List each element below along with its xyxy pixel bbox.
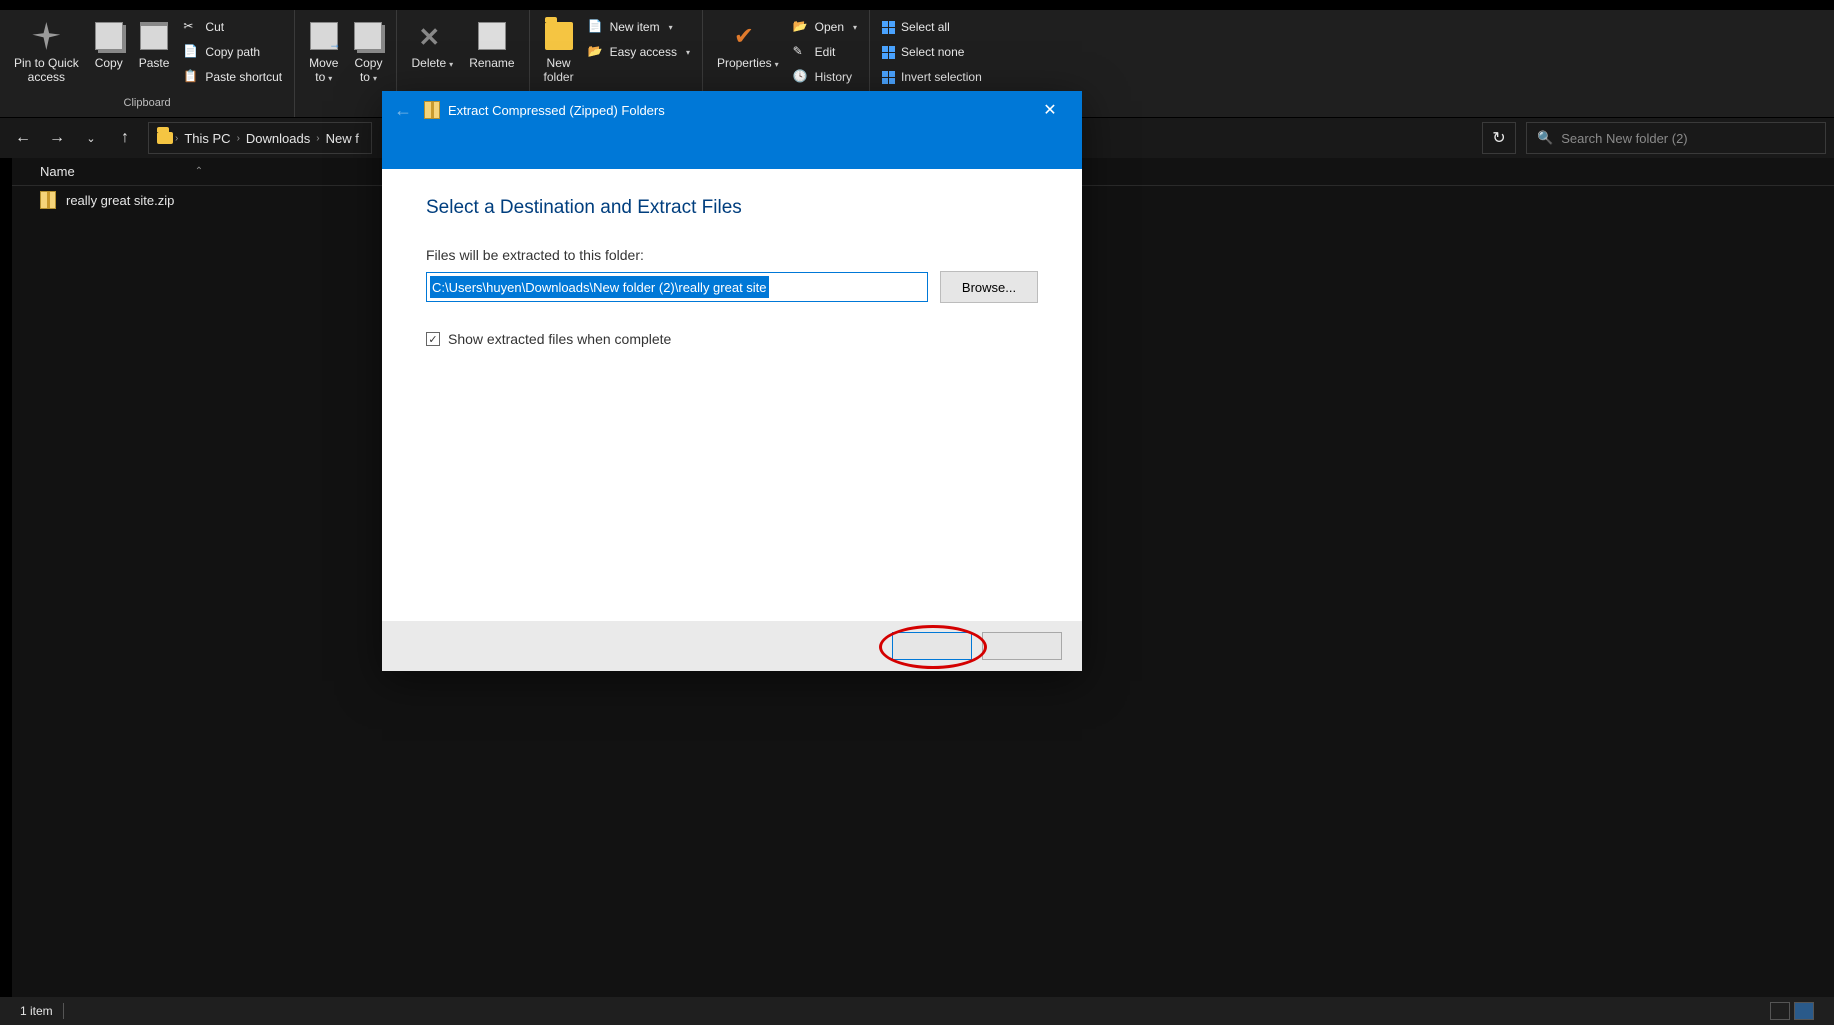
grid-icon	[882, 46, 895, 59]
folder-icon	[545, 22, 573, 50]
path-icon: 📄	[183, 44, 199, 60]
paste-shortcut-button[interactable]: 📋Paste shortcut	[183, 66, 282, 88]
zip-icon	[40, 191, 56, 209]
search-placeholder: Search New folder (2)	[1561, 131, 1687, 146]
status-bar: 1 item	[0, 997, 1834, 1025]
show-extracted-checkbox[interactable]: ✓ Show extracted files when complete	[426, 331, 1038, 347]
dialog-heading: Select a Destination and Extract Files	[426, 197, 1038, 219]
pin-icon	[32, 22, 60, 50]
cut-button[interactable]: ✂Cut	[183, 16, 282, 38]
rename-icon	[478, 22, 506, 50]
history-button[interactable]: 🕓History	[793, 66, 857, 88]
delete-icon: ✕	[418, 22, 446, 50]
item-count: 1 item	[20, 1004, 53, 1018]
copy-path-button[interactable]: 📄Copy path	[183, 41, 282, 63]
shortcut-icon: 📋	[183, 69, 199, 85]
dialog-close-button[interactable]: ✕	[1030, 100, 1070, 120]
open-icon: 📂	[793, 19, 809, 35]
breadcrumb[interactable]: › This PC › Downloads › New f	[148, 122, 372, 154]
pin-label: Pin to Quick access	[14, 56, 79, 85]
paste-button[interactable]: Paste	[131, 14, 178, 74]
folder-icon	[157, 132, 173, 144]
details-view-button[interactable]	[1770, 1002, 1790, 1020]
dialog-titlebar[interactable]: ← Extract Compressed (Zipped) Folders ✕	[382, 91, 1082, 129]
newitem-icon: 📄	[588, 19, 604, 35]
breadcrumb-downloads[interactable]: Downloads	[242, 131, 314, 146]
menu-tabs	[0, 0, 1834, 10]
destination-input[interactable]: C:\Users\huyen\Downloads\New folder (2)\…	[426, 272, 928, 302]
copyto-icon	[354, 22, 382, 50]
paste-label: Paste	[139, 56, 170, 70]
zip-icon	[424, 101, 440, 119]
breadcrumb-newfolder[interactable]: New f	[322, 131, 363, 146]
move-to-button[interactable]: Move to	[301, 14, 346, 89]
refresh-button[interactable]: ↻	[1482, 122, 1516, 154]
browse-button[interactable]: Browse...	[940, 271, 1038, 303]
select-all-button[interactable]: Select all	[882, 16, 982, 38]
paste-icon	[140, 22, 168, 50]
forward-button[interactable]: →	[42, 123, 72, 153]
edit-icon: ✎	[793, 44, 809, 60]
cancel-button[interactable]: Cancel	[982, 632, 1062, 660]
scissors-icon: ✂	[183, 19, 199, 35]
rename-button[interactable]: Rename	[461, 14, 522, 74]
invert-selection-button[interactable]: Invert selection	[882, 66, 982, 88]
copy-button[interactable]: Copy	[87, 14, 131, 74]
dialog-back-button[interactable]: ←	[394, 100, 412, 121]
destination-label: Files will be extracted to this folder:	[426, 247, 1038, 263]
back-button[interactable]: ←	[8, 123, 38, 153]
copy-label: Copy	[95, 56, 123, 70]
breadcrumb-pc[interactable]: This PC	[180, 131, 234, 146]
history-icon: 🕓	[793, 69, 809, 85]
copy-to-button[interactable]: Copy to	[346, 14, 390, 89]
edit-button[interactable]: ✎Edit	[793, 41, 857, 63]
thumbnails-view-button[interactable]	[1794, 1002, 1814, 1020]
move-icon	[310, 22, 338, 50]
sort-indicator: ⌃	[195, 166, 203, 177]
up-button[interactable]: ↑	[110, 123, 140, 153]
checkbox-label: Show extracted files when complete	[448, 331, 671, 347]
destination-value: C:\Users\huyen\Downloads\New folder (2)\…	[430, 276, 769, 298]
dialog-title: Extract Compressed (Zipped) Folders	[448, 103, 665, 118]
search-input[interactable]: 🔍 Search New folder (2)	[1526, 122, 1826, 154]
grid-icon	[882, 21, 895, 34]
easy-access-button[interactable]: 📂Easy access	[588, 41, 690, 63]
select-none-button[interactable]: Select none	[882, 41, 982, 63]
recent-dropdown[interactable]: ⌄	[76, 123, 106, 153]
file-name: really great site.zip	[66, 193, 174, 208]
grid-icon	[882, 71, 895, 84]
easyaccess-icon: 📂	[588, 44, 604, 60]
check-icon: ✔	[734, 22, 762, 50]
dialog-footer: Extract Cancel	[382, 621, 1082, 671]
new-item-button[interactable]: 📄New item	[588, 16, 690, 38]
clipboard-group-label: Clipboard	[0, 97, 294, 117]
open-button[interactable]: 📂Open	[793, 16, 857, 38]
pin-to-quick-access-button[interactable]: Pin to Quick access	[6, 14, 87, 89]
copy-icon	[95, 22, 123, 50]
nav-pane[interactable]	[0, 158, 12, 997]
checkbox-icon: ✓	[426, 332, 440, 346]
properties-button[interactable]: ✔ Properties	[709, 14, 787, 74]
extract-dialog: ← Extract Compressed (Zipped) Folders ✕ …	[382, 91, 1082, 671]
search-icon: 🔍	[1537, 130, 1553, 146]
new-folder-button[interactable]: New folder	[536, 14, 582, 89]
extract-button[interactable]: Extract	[892, 632, 972, 660]
delete-button[interactable]: ✕ Delete	[403, 14, 461, 74]
